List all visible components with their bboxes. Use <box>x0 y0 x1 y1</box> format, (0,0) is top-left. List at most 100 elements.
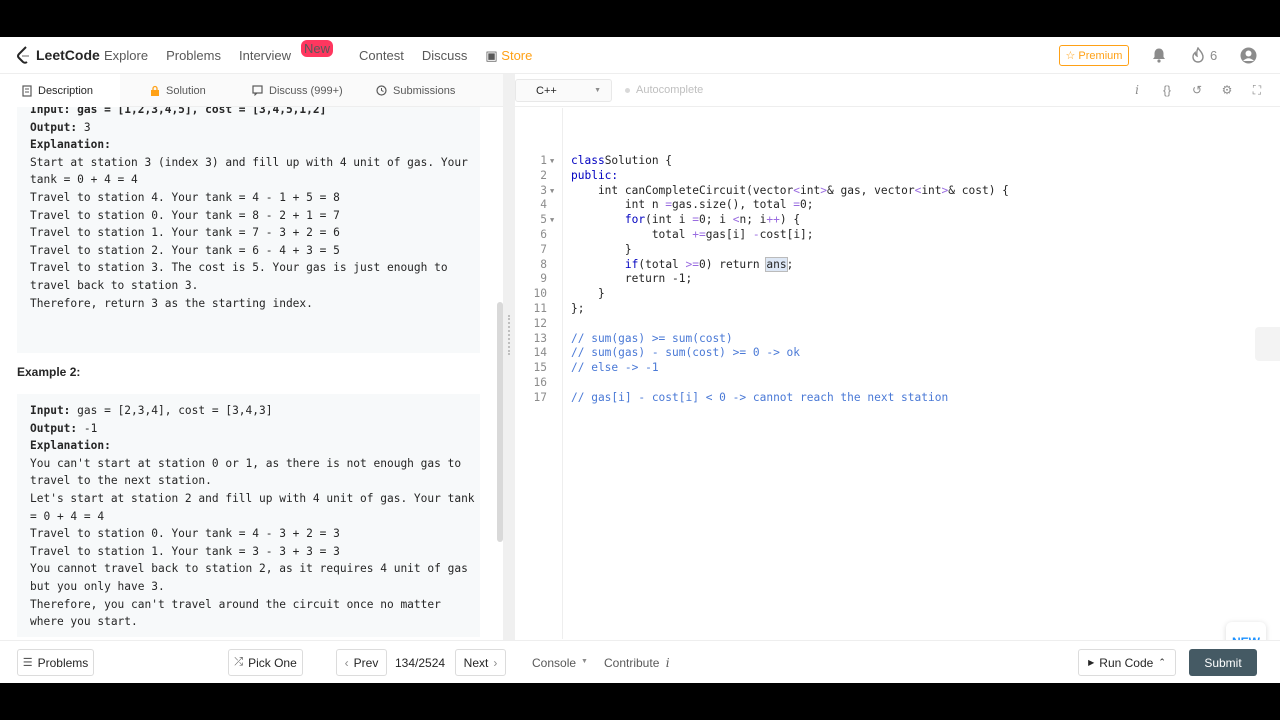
tab-description[interactable]: Description <box>0 74 120 107</box>
code-line[interactable]: 13 // sum(gas) >= sum(cost) <box>515 332 1280 347</box>
code-token: ++ <box>766 213 780 227</box>
code-line[interactable]: 4 int n =gas.size(), total =0; <box>515 198 1280 213</box>
resize-handle[interactable] <box>508 315 510 355</box>
fold-arrow-icon[interactable]: ▼ <box>550 154 554 169</box>
nav-store[interactable]: ▣ Store <box>485 48 532 64</box>
submit-button[interactable]: Submit <box>1189 649 1257 676</box>
example-2-output-line: Output: -1 <box>30 420 467 438</box>
caret-down-icon: ▼ <box>594 87 601 94</box>
tab-submissions-label: Submissions <box>393 84 456 97</box>
code-line[interactable]: 16 <box>515 376 1280 391</box>
line-number: 12 <box>533 316 547 330</box>
code-line[interactable]: 8 if(total >=0) return ans; <box>515 256 1280 273</box>
code-line[interactable]: 17 // gas[i] - cost[i] < 0 -> cannot reac… <box>515 391 1280 406</box>
code-line[interactable]: 10 } <box>515 287 1280 302</box>
reset-icon[interactable]: ↺ <box>1190 83 1204 98</box>
code-token: = <box>692 213 700 227</box>
example-2-box: Input: gas = [2,3,4], cost = [3,4,3] Out… <box>17 394 480 637</box>
tab-solution[interactable]: Solution <box>120 74 220 107</box>
new-badge: New <box>301 40 334 57</box>
tab-submissions[interactable]: Submissions <box>350 74 460 107</box>
code-line[interactable]: 9 return -1; <box>515 272 1280 287</box>
logo[interactable]: LeetCode <box>16 46 100 64</box>
tab-discuss[interactable]: Discuss (999+) <box>220 74 350 107</box>
explanation-line: You can't start at station 0 or 1, as th… <box>30 456 462 470</box>
code-line[interactable]: 5 ▼ for(int i =0; i <n; i++) { <box>515 213 1280 228</box>
run-code-button[interactable]: ▶ Run Code ⌃ <box>1078 649 1176 676</box>
nav-interview-label: Interview <box>239 48 292 63</box>
nav-interview[interactable]: Interview New <box>239 40 341 64</box>
contribute-link[interactable]: Contribute i <box>604 656 670 670</box>
problem-description: Input: gas = [1,2,3,4,5], cost = [3,4,5,… <box>0 107 497 637</box>
example-1-input-line: Input: gas = [1,2,3,4,5], cost = [3,4,5,… <box>30 107 327 116</box>
prev-button[interactable]: ‹ Prev <box>336 649 387 676</box>
code-line[interactable]: 12 <box>515 317 1280 332</box>
pane-divider[interactable] <box>503 74 515 642</box>
code-token: (int i <box>645 213 693 227</box>
line-number: 2 <box>540 168 547 182</box>
star-icon: ☆ <box>1065 50 1076 62</box>
streak-count: 6 <box>1210 47 1218 63</box>
code-text: int canCompleteCircuit(vector<int>& gas,… <box>571 184 1009 199</box>
output-value: -1 <box>77 421 98 435</box>
explanation-line: but you only have 3. <box>30 579 165 593</box>
code-line[interactable]: 2 public: <box>515 169 1280 184</box>
line-number: 15 <box>533 361 547 375</box>
code-token: int n <box>571 198 666 212</box>
braces-icon[interactable]: {} <box>1160 83 1174 98</box>
code-line[interactable]: 6 total +=gas[i] -cost[i]; <box>515 228 1280 243</box>
lock-icon <box>151 85 159 96</box>
info-icon[interactable]: i <box>1130 83 1144 98</box>
line-number: 4 <box>540 198 547 212</box>
line-number: 3 <box>540 183 547 197</box>
explanation-line: tank = 0 + 4 = 4 <box>30 173 138 187</box>
streak-counter[interactable]: 6 <box>1191 47 1217 63</box>
settings-icon[interactable]: ⚙ <box>1220 83 1234 98</box>
code-line[interactable]: 11}; <box>515 302 1280 317</box>
explanation-line: Travel to station 4. Your tank = 4 - 1 +… <box>30 190 340 204</box>
toggle-dot-icon <box>625 87 630 93</box>
chevron-up-icon: ⌃ <box>1158 657 1166 667</box>
pick-one-button[interactable]: ⤮ Pick One <box>228 649 303 676</box>
console-toggle[interactable]: Console ▼ <box>532 656 588 670</box>
tab-description-label: Description <box>38 84 94 97</box>
console-label: Console <box>532 656 577 670</box>
problems-button[interactable]: ☰ Problems <box>17 649 94 676</box>
bell-icon[interactable] <box>1151 47 1167 63</box>
clock-icon <box>376 85 387 96</box>
autocomplete-toggle[interactable]: Autocomplete <box>625 84 703 96</box>
avatar-icon[interactable] <box>1240 47 1257 64</box>
language-select[interactable]: C++ ▼ <box>515 79 612 102</box>
code-token: Solution { <box>604 154 673 167</box>
next-label: Next <box>463 655 489 670</box>
nav-explore[interactable]: Explore <box>104 48 148 64</box>
code-line[interactable]: 7 } <box>515 243 1280 258</box>
next-button[interactable]: Next › <box>455 649 506 676</box>
fold-arrow-icon[interactable]: ▼ <box>550 184 554 199</box>
code-line[interactable]: 14 // sum(gas) - sum(cost) >= 0 -> ok <box>515 346 1280 361</box>
explanation-label: Explanation: <box>30 138 111 152</box>
code-line[interactable]: 15 // else -> -1 <box>515 361 1280 376</box>
leetcode-logo-icon <box>17 46 29 64</box>
code-text: int n =gas.size(), total =0; <box>571 198 814 213</box>
nav-discuss[interactable]: Discuss <box>422 48 468 64</box>
code-token: 0) return <box>699 257 767 271</box>
code-line[interactable]: 3 ▼ int canCompleteCircuit(vector<int>& g… <box>515 184 1280 199</box>
premium-button[interactable]: ☆ Premium <box>1059 45 1129 66</box>
fire-icon <box>1192 47 1204 63</box>
explanation-line: Travel to station 2. Your tank = 6 - 4 +… <box>30 243 340 257</box>
tab-solution-label: Solution <box>166 84 206 97</box>
problems-label: Problems <box>37 655 89 670</box>
line-number: 7 <box>540 242 547 256</box>
code-text: // else -> -1 <box>571 361 659 376</box>
fold-arrow-icon[interactable]: ▼ <box>550 213 554 228</box>
language-value: C++ <box>536 84 557 97</box>
fullscreen-icon[interactable]: ⛶ <box>1250 83 1264 98</box>
side-panel-tab[interactable] <box>1255 327 1280 361</box>
code-editor[interactable]: 1 ▼ classSolution {2 public: 3 ▼ int canCompl… <box>515 108 1280 639</box>
code-line[interactable]: 1 ▼ classSolution { <box>515 154 1280 169</box>
nav-problems[interactable]: Problems <box>166 48 221 64</box>
nav-contest[interactable]: Contest <box>359 48 404 64</box>
line-number: 13 <box>533 331 547 345</box>
